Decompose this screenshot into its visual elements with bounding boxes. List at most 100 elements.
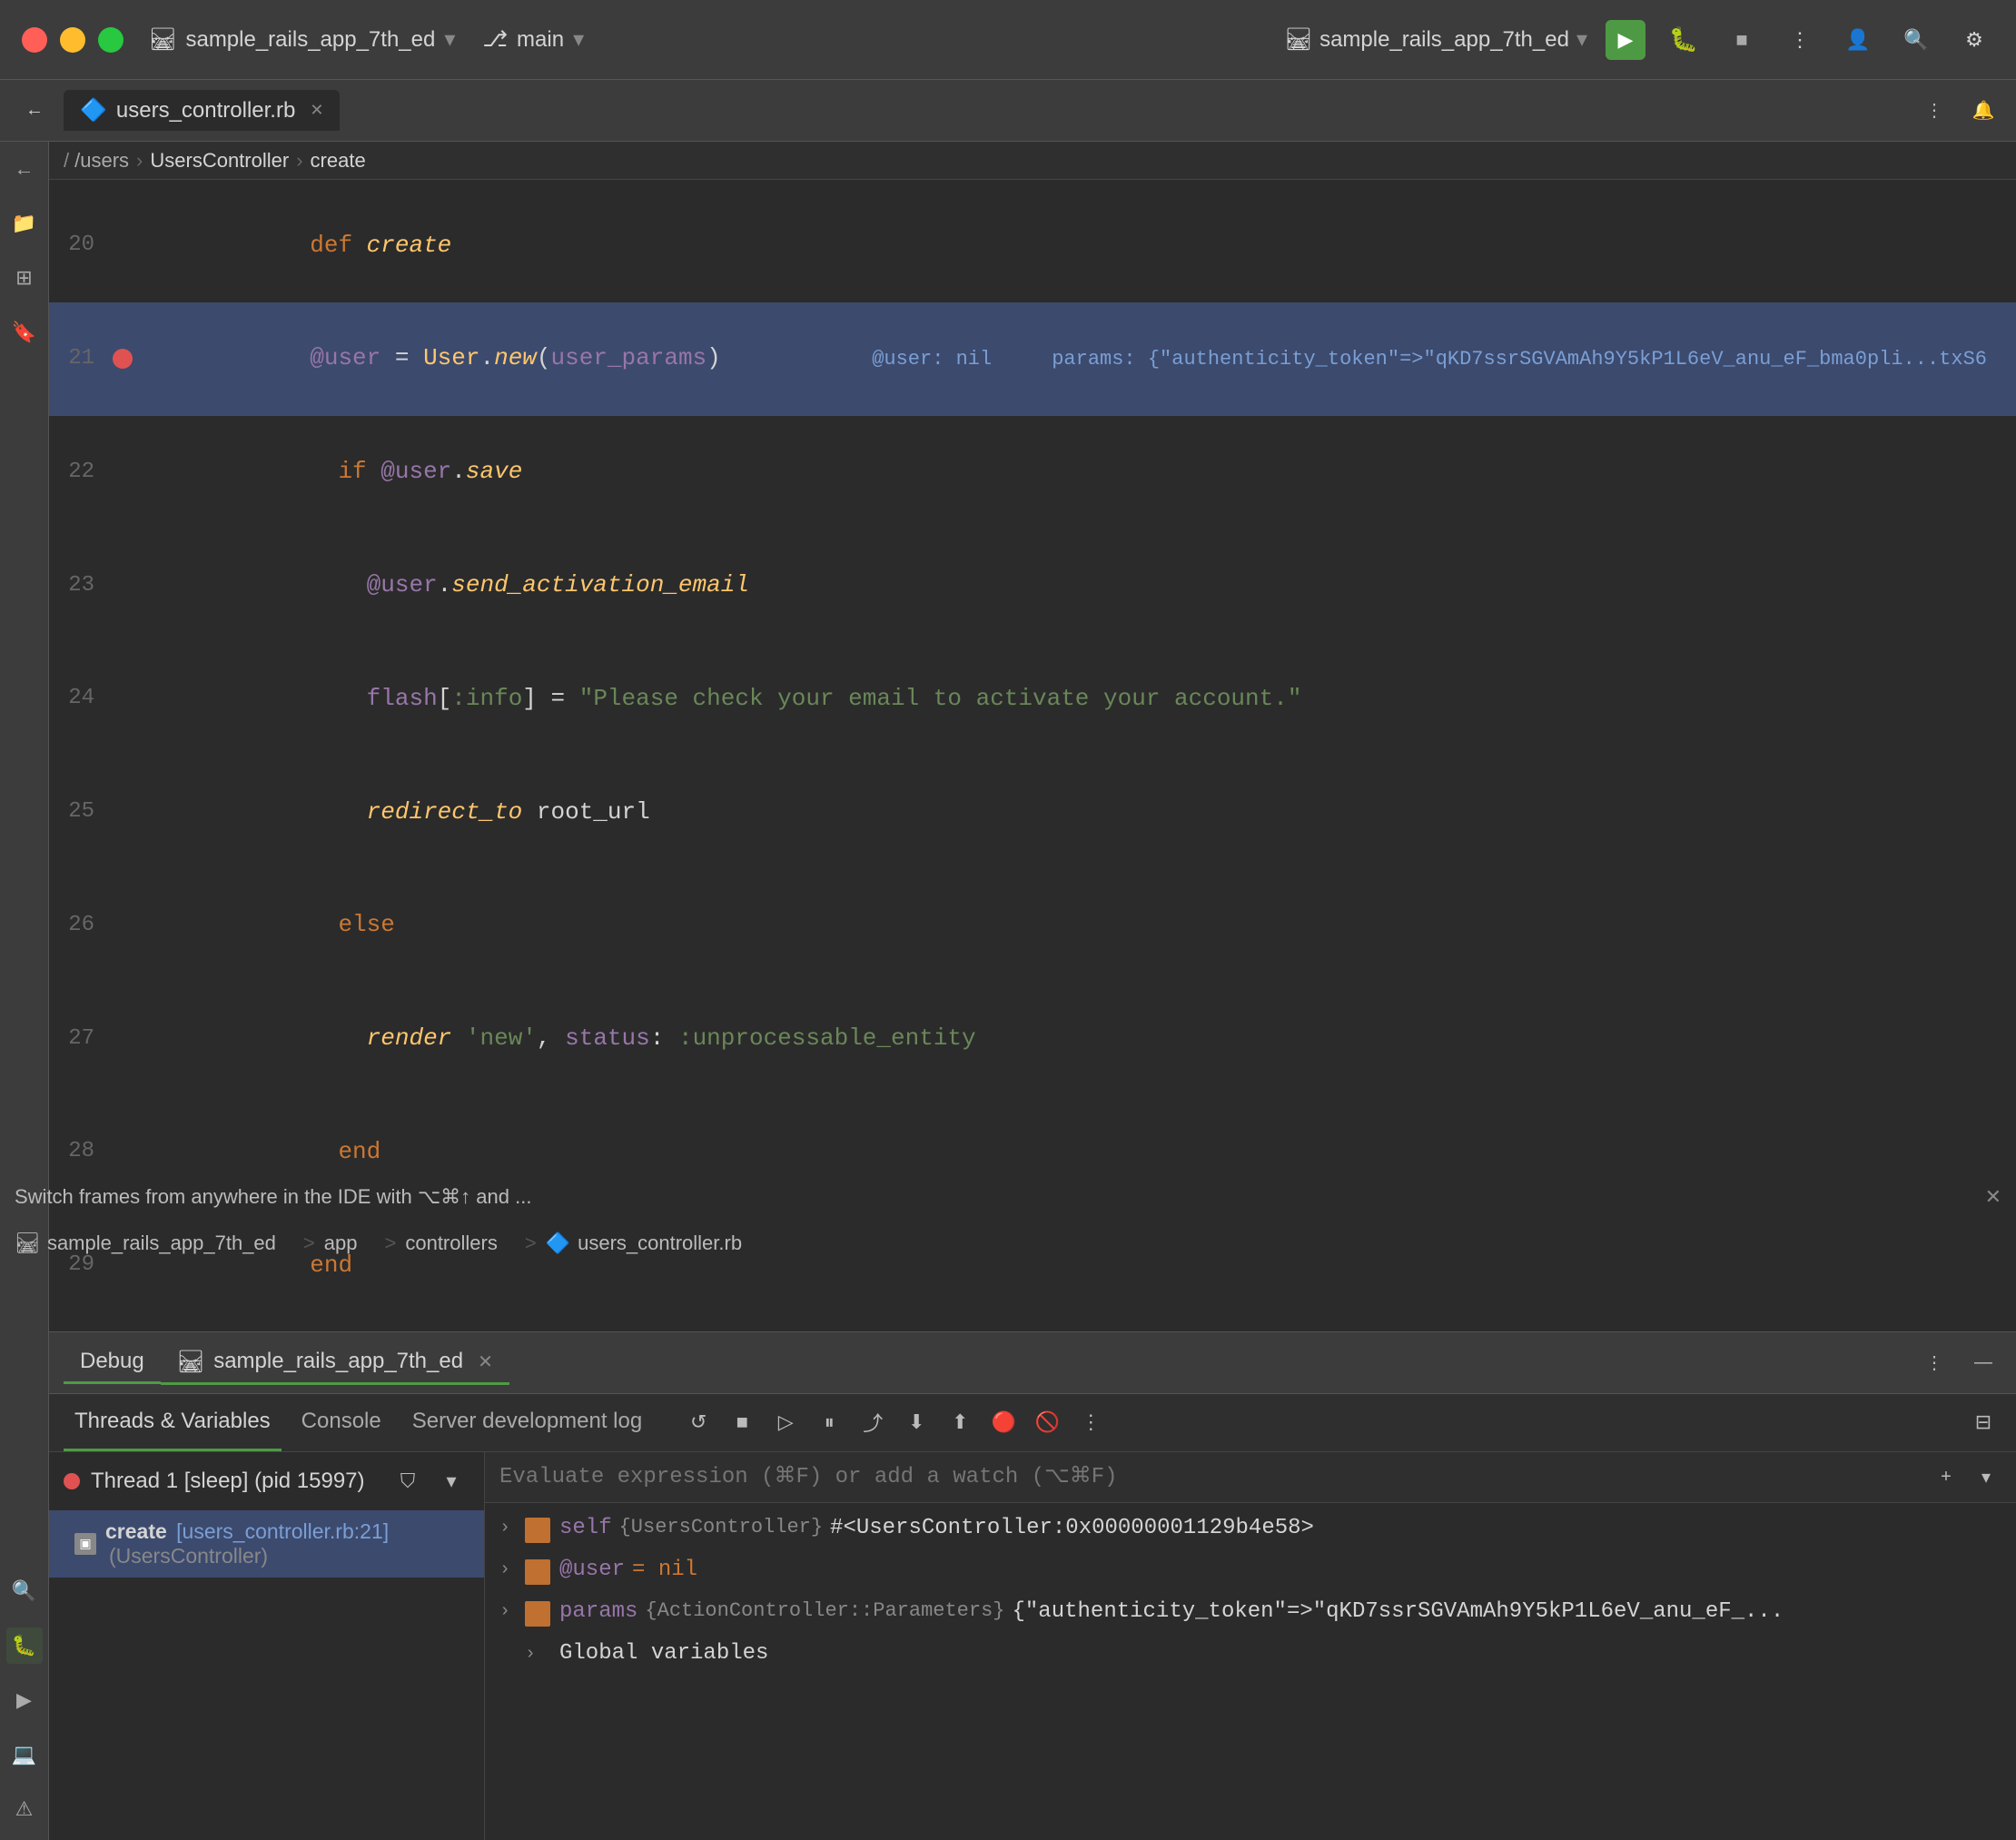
sidebar-bookmarks-icon[interactable]: 🔖 (6, 314, 43, 351)
sidebar-icons: ← 📁 ⊞ 🔖 🔍 🐛 ▶ 💻 ⚠ (0, 142, 49, 1840)
maximize-button[interactable] (98, 27, 124, 53)
back-icon[interactable]: ← (15, 91, 54, 131)
variable-actions: + ▾ (1931, 1461, 2001, 1492)
editor-tab-users-controller[interactable]: 🔷 users_controller.rb ✕ (64, 90, 340, 131)
tab-debug[interactable]: Debug (64, 1341, 161, 1384)
expression-input[interactable] (499, 1465, 1931, 1489)
variables-panel: + ▾ › self {UsersController} (485, 1452, 2016, 1840)
code-text-20: def create (140, 189, 2001, 302)
var-type-icon (525, 1518, 550, 1543)
var-user[interactable]: › @user = nil (485, 1550, 2016, 1592)
line-num-21: 21 (49, 341, 113, 376)
sidebar-terminal-icon[interactable]: 💻 (6, 1736, 43, 1773)
settings-icon[interactable]: ⚙ (1954, 20, 1994, 60)
code-line-29: 29 end (49, 1209, 2016, 1322)
debug-resume-icon[interactable]: ▷ (767, 1404, 804, 1440)
more-options-icon[interactable]: ⋮ (1780, 20, 1820, 60)
line-num-27: 27 (49, 1022, 113, 1056)
bottom-controllers-item[interactable]: controllers (405, 1232, 497, 1255)
code-text-22: if @user.save (140, 416, 2001, 529)
project-title[interactable]: 🛤 sample_rails_app_7th_ed ▾ (149, 26, 455, 53)
sidebar-problems-icon[interactable]: ⚠ (6, 1791, 43, 1827)
add-watch-icon[interactable]: + (1931, 1461, 1962, 1492)
bottom-file-item[interactable]: 🔷 users_controller.rb (546, 1232, 742, 1255)
sidebar-debug-icon[interactable]: 🐛 (6, 1627, 43, 1664)
code-text-25: redirect_to root_url (140, 756, 2001, 869)
breadcrumb-path: /users (74, 149, 129, 173)
var-expand-global-icon: › (525, 1644, 550, 1665)
bottom-app-item[interactable]: app (324, 1232, 358, 1255)
debug-content: Thread 1 [sleep] (pid 15997) ⛉ ▾ ▣ creat… (49, 1452, 2016, 1840)
debug-stop-icon[interactable]: ■ (724, 1404, 760, 1440)
sidebar-run-icon[interactable]: ▶ (6, 1682, 43, 1718)
minimize-button[interactable] (60, 27, 85, 53)
notification-close-icon[interactable]: ✕ (1985, 1185, 2001, 1209)
user-icon[interactable]: 👤 (1838, 20, 1878, 60)
debug-run-to-cursor-icon[interactable]: 🔴 (985, 1404, 1022, 1440)
debug-minimize-icon[interactable]: — (1965, 1344, 2001, 1380)
bottom-file-icon: 🔷 (546, 1232, 570, 1255)
var-type-self: {UsersController} (619, 1516, 823, 1538)
code-content: 20 def create 21 @user = User.new(user_p… (49, 180, 2016, 1331)
debug-pause-icon[interactable]: ⏸ (811, 1404, 847, 1440)
debug-restart-icon[interactable]: ↺ (680, 1404, 716, 1440)
stop-button[interactable]: ■ (1722, 20, 1762, 60)
debug-tabbar: Debug 🛤 sample_rails_app_7th_ed ✕ ⋮ — (49, 1332, 2016, 1394)
sidebar-nav-back-icon[interactable]: ← (6, 151, 43, 187)
code-text-26: else (140, 869, 2001, 983)
line-num-28: 28 (49, 1134, 113, 1169)
debug-toolbar: Threads & Variables Console Server devel… (49, 1394, 2016, 1452)
debug-more-icon[interactable]: ⋮ (1916, 1344, 1952, 1380)
breadcrumb-sep2: › (296, 149, 302, 173)
bottom-project-item[interactable]: 🛤 sample_rails_app_7th_ed (15, 1232, 276, 1255)
search-icon[interactable]: 🔍 (1896, 20, 1936, 60)
global-variables-label: Global variables (559, 1641, 768, 1666)
code-text-21: @user = User.new(user_params) (140, 302, 857, 416)
expand-all-icon[interactable]: ▾ (1971, 1461, 2001, 1492)
frame-1-item[interactable]: ▣ create [users_controller.rb:21] (Users… (49, 1510, 484, 1578)
tab-server-log[interactable]: Server development log (401, 1394, 653, 1451)
sidebar-search-icon[interactable]: 🔍 (6, 1573, 43, 1609)
tab-console[interactable]: Console (291, 1394, 392, 1451)
debug-mute-breakpoints-icon[interactable]: 🚫 (1029, 1404, 1065, 1440)
debug-project-tab-close-icon[interactable]: ✕ (478, 1350, 493, 1373)
project-chevron-icon: ▾ (444, 26, 455, 53)
debug-step-over-icon[interactable]: ⤴ (855, 1404, 891, 1440)
close-button[interactable] (22, 27, 47, 53)
line-num-24: 24 (49, 681, 113, 716)
tab-close-icon[interactable]: ✕ (310, 101, 323, 120)
line-num-22: 22 (49, 455, 113, 490)
thread-1-item[interactable]: Thread 1 [sleep] (pid 15997) ⛉ ▾ (49, 1452, 484, 1510)
thread-filter-icon[interactable]: ⛉ (390, 1463, 426, 1499)
notification-text: Switch frames from anywhere in the IDE w… (15, 1185, 531, 1209)
var-expand-user-icon: › (499, 1559, 525, 1580)
debug-more-actions-icon[interactable]: ⋮ (1072, 1404, 1109, 1440)
file-icon: 🔷 (80, 97, 107, 124)
var-params[interactable]: › params {ActionController::Parameters} … (485, 1592, 2016, 1634)
notification-bell-icon[interactable]: 🔔 (1965, 93, 2001, 129)
debug-step-into-icon[interactable]: ⬇ (898, 1404, 934, 1440)
code-text-24: flash[:info] = "Please check your email … (140, 642, 2001, 756)
thread-dot (64, 1473, 80, 1489)
run-button[interactable]: ▶ (1606, 20, 1645, 60)
debug-step-out-icon[interactable]: ⬆ (942, 1404, 978, 1440)
debug-layout-icon[interactable]: ⊟ (1965, 1404, 2001, 1440)
branch-title[interactable]: ⎇ main ▾ (482, 26, 584, 53)
debug-run-icon[interactable]: 🐛 (1664, 20, 1704, 60)
var-self[interactable]: › self {UsersController} #<UsersControll… (485, 1509, 2016, 1550)
frame-label: create [users_controller.rb:21] (UsersCo… (105, 1519, 469, 1568)
tab-project-debug[interactable]: 🛤 sample_rails_app_7th_ed ✕ (161, 1341, 509, 1385)
run-project-title: 🛤 sample_rails_app_7th_ed ▾ (1285, 26, 1587, 53)
traffic-lights (22, 27, 124, 53)
thread-expand-icon[interactable]: ▾ (433, 1463, 469, 1499)
project-icon: 🛤 (149, 26, 176, 53)
bottom-sep1: > (303, 1232, 315, 1255)
line-num-25: 25 (49, 795, 113, 829)
split-editor-icon[interactable]: ⋮ (1916, 93, 1952, 129)
sidebar-files-icon[interactable]: 📁 (6, 205, 43, 242)
global-variables-item[interactable]: › Global variables (485, 1634, 2016, 1673)
var-value-params: {"authenticity_token"=>"qKD7ssrSGVAmAh9Y… (1013, 1599, 1784, 1624)
tab-threads-variables[interactable]: Threads & Variables (64, 1394, 282, 1451)
var-type-params: {ActionController::Parameters} (645, 1599, 1004, 1622)
sidebar-structure-icon[interactable]: ⊞ (6, 260, 43, 296)
